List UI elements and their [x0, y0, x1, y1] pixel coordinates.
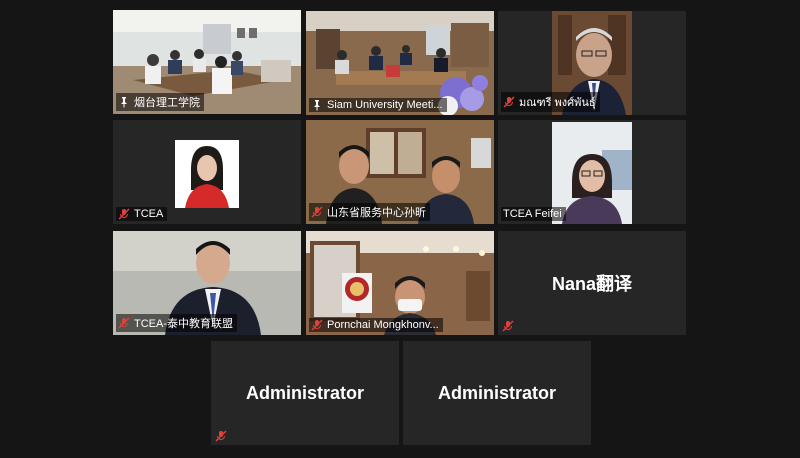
participant-name: TCEA-泰中教育联盟	[134, 318, 233, 330]
video-tile-tcea-alliance[interactable]: TCEA-泰中教育联盟	[113, 231, 301, 335]
pin-icon	[314, 100, 320, 111]
participant-name: Pornchai Mongkhonv...	[327, 319, 439, 331]
mic-muted-icon	[118, 208, 130, 220]
participant-name-bar: Pornchai Mongkhonv...	[309, 318, 443, 332]
video-tile-administrator-2[interactable]: Administrator	[403, 341, 591, 445]
participant-display-name: Administrator	[245, 382, 364, 403]
mic-muted-icon	[215, 430, 227, 442]
video-tile-yantai[interactable]: 烟台理工学院	[113, 10, 301, 114]
participant-name-bar: Siam University Meeti...	[309, 98, 447, 112]
mic-muted-icon	[311, 319, 323, 331]
mic-muted-icon	[311, 206, 323, 218]
video-tile-thai-participant[interactable]: มณฑรี พงศ์พันธุ์	[498, 11, 686, 115]
video-tile-shandong[interactable]: 山东省服务中心孙昕	[306, 120, 494, 224]
mic-muted-icon	[118, 317, 130, 329]
participant-name-bar: TCEA	[116, 207, 168, 221]
participant-name: Siam University Meeti...	[327, 99, 443, 111]
video-tile-nana[interactable]: Nana翻译	[498, 231, 686, 335]
participant-name-bar: 烟台理工学院	[116, 93, 204, 111]
video-tile-tcea[interactable]: TCEA	[113, 120, 301, 224]
video-tile-siam-university[interactable]: Siam University Meeti...	[306, 11, 494, 115]
participant-display-name: Administrator	[437, 382, 556, 403]
participant-name: 烟台理工学院	[134, 97, 200, 109]
video-tile-tcea-feifei[interactable]: TCEA Feifei	[498, 120, 686, 224]
participant-name-bar: มณฑรี พงศ์พันธุ์	[501, 92, 600, 112]
video-tile-pornchai[interactable]: Pornchai Mongkhonv...	[306, 231, 494, 335]
participant-name: มณฑรี พงศ์พันธุ์	[519, 97, 596, 109]
participant-name-bar: TCEA Feifei	[501, 207, 566, 221]
mic-muted-icon	[502, 320, 514, 332]
participant-name-bar: TCEA-泰中教育联盟	[116, 314, 237, 332]
participant-name-bar: 山东省服务中心孙昕	[309, 203, 430, 221]
participant-name: TCEA	[134, 208, 164, 220]
pin-icon	[121, 97, 127, 108]
mic-muted-icon	[503, 96, 515, 108]
participant-name: TCEA Feifei	[503, 208, 562, 220]
participant-name: 山东省服务中心孙昕	[327, 207, 426, 219]
participant-display-name: Nana翻译	[551, 274, 632, 294]
video-tile-administrator-1[interactable]: Administrator	[211, 341, 399, 445]
